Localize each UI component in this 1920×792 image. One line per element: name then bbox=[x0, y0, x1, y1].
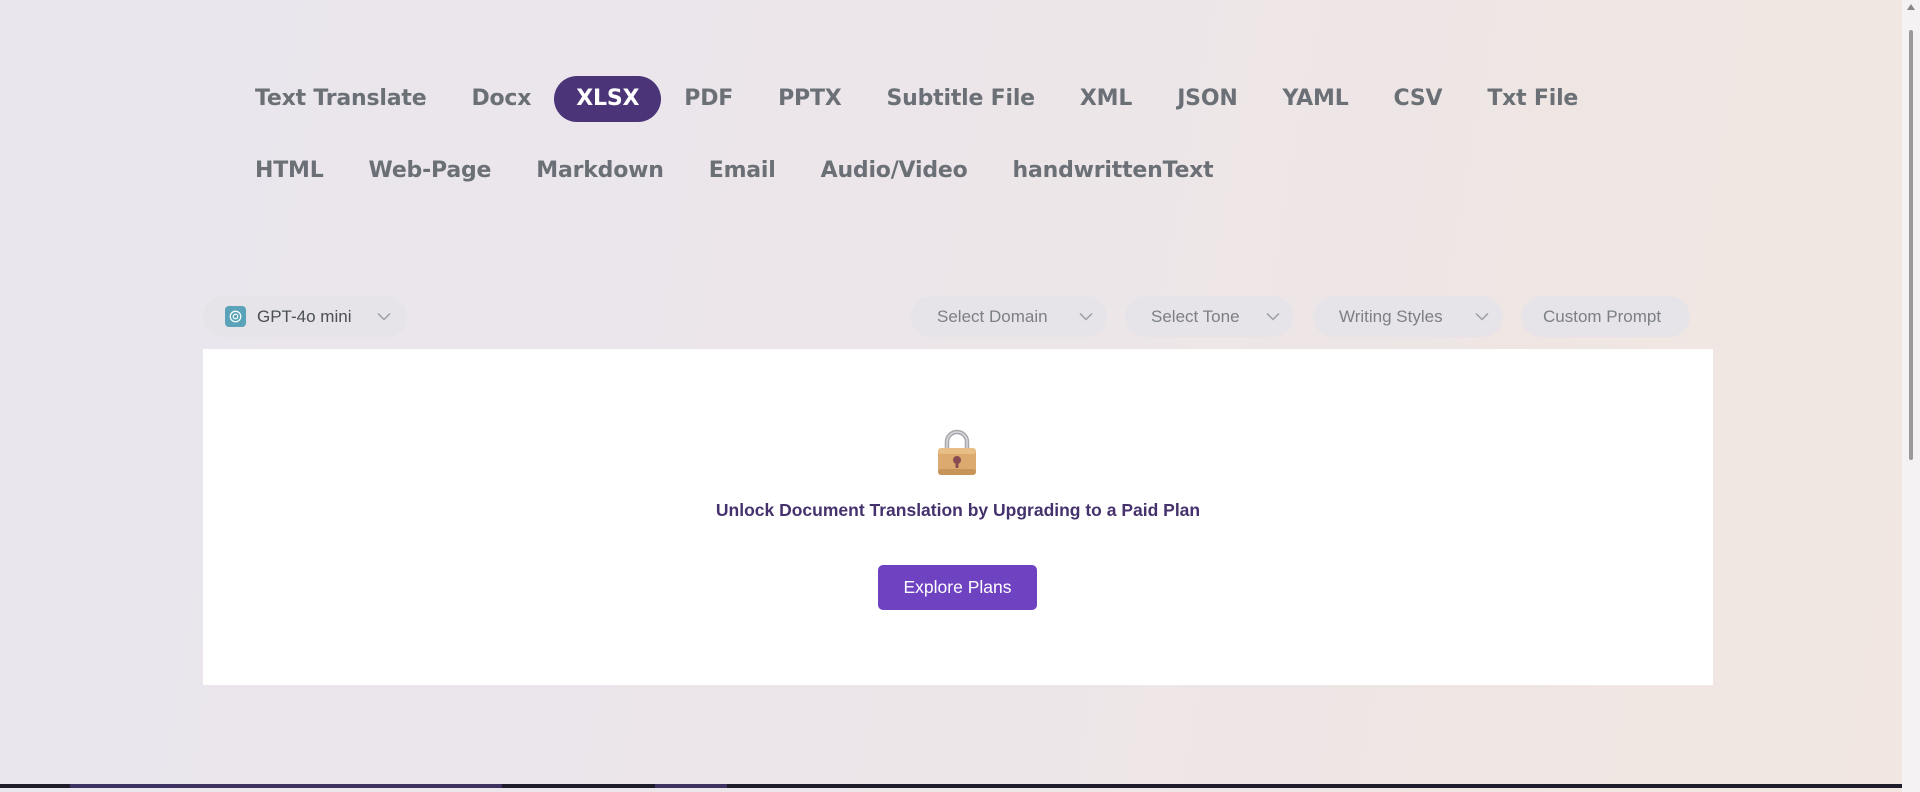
select-tone-dropdown[interactable]: Select Tone bbox=[1125, 296, 1294, 337]
tab-csv[interactable]: CSV bbox=[1372, 76, 1465, 122]
tab-html[interactable]: HTML bbox=[233, 148, 346, 194]
file-type-tabs: Text Translate Docx XLSX PDF PPTX Subtitle Fi… bbox=[233, 76, 1693, 194]
vertical-scrollbar[interactable] bbox=[1902, 0, 1920, 792]
tab-yaml[interactable]: YAML bbox=[1261, 76, 1371, 122]
tab-text-translate[interactable]: Text Translate bbox=[233, 76, 448, 122]
scroll-up-icon[interactable] bbox=[1907, 4, 1915, 10]
tab-docx[interactable]: Docx bbox=[449, 76, 553, 122]
chevron-down-icon bbox=[1266, 312, 1280, 321]
upgrade-message: Unlock Document Translation by Upgrading… bbox=[715, 500, 1201, 520]
tab-handwrittentext[interactable]: handwrittenText bbox=[991, 148, 1236, 194]
lock-icon bbox=[935, 428, 979, 476]
select-domain-dropdown[interactable]: Select Domain bbox=[911, 296, 1107, 337]
tab-pdf[interactable]: PDF bbox=[662, 76, 755, 122]
bottom-strip bbox=[0, 784, 1902, 788]
page: Text Translate Docx XLSX PDF PPTX Subtitle Fi… bbox=[0, 0, 1902, 788]
select-domain-label: Select Domain bbox=[937, 306, 1048, 326]
chevron-down-icon bbox=[1475, 312, 1489, 321]
scrollbar-thumb[interactable] bbox=[1909, 30, 1913, 460]
tab-json[interactable]: JSON bbox=[1155, 76, 1259, 122]
tab-xlsx[interactable]: XLSX bbox=[554, 76, 662, 122]
tab-email[interactable]: Email bbox=[687, 148, 798, 194]
tab-audio-video[interactable]: Audio/Video bbox=[799, 148, 990, 194]
chevron-down-icon bbox=[377, 312, 391, 321]
model-select[interactable]: GPT-4o mini bbox=[203, 296, 407, 337]
tab-web-page[interactable]: Web-Page bbox=[347, 148, 514, 194]
writing-styles-label: Writing Styles bbox=[1339, 306, 1443, 326]
explore-plans-button[interactable]: Explore Plans bbox=[878, 565, 1037, 610]
tab-txt-file[interactable]: Txt File bbox=[1465, 76, 1600, 122]
model-label: GPT-4o mini bbox=[257, 306, 352, 326]
select-tone-label: Select Tone bbox=[1151, 306, 1240, 326]
tab-xml[interactable]: XML bbox=[1058, 76, 1154, 122]
writing-styles-dropdown[interactable]: Writing Styles bbox=[1313, 296, 1503, 337]
tab-markdown[interactable]: Markdown bbox=[514, 148, 685, 194]
tab-subtitle-file[interactable]: Subtitle File bbox=[865, 76, 1057, 122]
tab-pptx[interactable]: PPTX bbox=[756, 76, 863, 122]
custom-prompt-label: Custom Prompt bbox=[1543, 306, 1662, 326]
openai-icon bbox=[225, 306, 246, 327]
custom-prompt-button[interactable]: Custom Prompt bbox=[1521, 296, 1690, 337]
chevron-down-icon bbox=[1079, 312, 1093, 321]
